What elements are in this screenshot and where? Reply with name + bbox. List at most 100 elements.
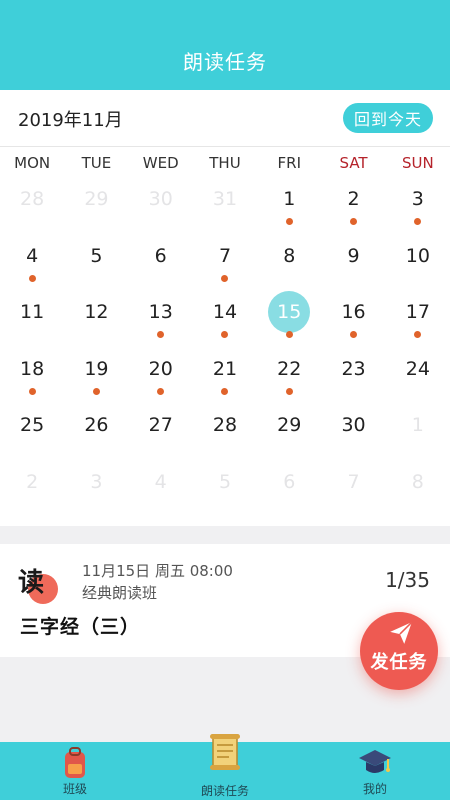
day-number: 30 [148, 188, 173, 210]
calendar-day[interactable]: 26 [64, 406, 128, 463]
calendar-day[interactable]: 14 [193, 293, 257, 350]
calendar-day[interactable]: 30 [321, 406, 385, 463]
calendar-grid: 28 29 30 31 1 2 3 4 5 6 7 8 9 10 11 12 13 14 15 16 17 18 19 20 2… [0, 180, 450, 520]
day-number: 21 [212, 357, 238, 380]
month-label: 2019年11月 [18, 110, 123, 131]
calendar-day[interactable]: 24 [386, 350, 450, 407]
day-number: 10 [405, 244, 430, 267]
calendar-day[interactable]: 6 [129, 237, 193, 294]
day-number: 30 [341, 414, 366, 436]
calendar-day[interactable]: 23 [321, 350, 385, 407]
calendar-day[interactable]: 20 [129, 350, 193, 407]
task-dot [350, 331, 358, 338]
task-dot [414, 331, 422, 338]
task-dot [285, 331, 293, 338]
task-dot [28, 387, 36, 395]
calendar-day: 5 [193, 463, 257, 520]
calendar-day: 30 [129, 180, 193, 237]
calendar-day: 29 [64, 180, 128, 237]
calendar-day[interactable]: 18 [0, 350, 64, 407]
calendar-day[interactable]: 17 [386, 293, 450, 350]
weekday-fri: FRI [277, 154, 301, 172]
calendar-week-row: 18 19 20 21 22 23 24 [0, 350, 450, 407]
calendar-day[interactable]: 11 [0, 293, 64, 350]
task-class-name: 经典朗读班 [82, 584, 158, 602]
task-count: 1/35 [385, 568, 430, 592]
calendar-day: 4 [129, 463, 193, 520]
calendar-day[interactable]: 13 [129, 293, 193, 350]
day-number: 23 [341, 357, 366, 380]
calendar-day[interactable]: 9 [321, 237, 385, 294]
weekday-wed: WED [142, 154, 179, 172]
calendar-week-row: 4 5 6 7 8 9 10 [0, 237, 450, 294]
weekday-thu: THU [209, 154, 241, 172]
day-number: 8 [283, 244, 296, 267]
calendar-week-row: 11 12 13 14 15 16 17 [0, 291, 450, 350]
day-number: 17 [405, 301, 430, 323]
graduation-cap-icon [359, 750, 391, 773]
calendar-day-today[interactable]: 15 [257, 291, 321, 350]
day-number: 20 [148, 357, 173, 380]
weekday-mon: MON [14, 154, 51, 172]
day-number: 28 [20, 188, 45, 210]
calendar-day[interactable]: 21 [193, 350, 257, 407]
day-number: 16 [341, 301, 366, 323]
calendar-day[interactable]: 16 [321, 293, 385, 350]
bottom-tab-bar: 班级 朗读任务 我的 [0, 734, 450, 800]
day-number: 5 [218, 470, 232, 493]
day-number: 25 [20, 414, 45, 436]
scroll-icon [210, 734, 240, 770]
tab-class[interactable]: 班级 [0, 742, 150, 800]
day-number: 7 [218, 244, 232, 267]
badge-char: 读 [18, 568, 45, 598]
month-bar: 2019年11月 回到今天 [0, 90, 450, 147]
calendar-day[interactable]: 2 [321, 180, 385, 237]
calendar-day[interactable]: 8 [257, 237, 321, 294]
publish-task-label: 发任务 [370, 652, 428, 673]
day-number: 29 [84, 188, 109, 210]
task-datetime: 11月15日 周五 08:00 [82, 562, 233, 580]
task-dot [221, 387, 229, 395]
page-title: 朗读任务 [183, 50, 267, 74]
day-number: 4 [154, 470, 167, 493]
task-dot [414, 218, 422, 225]
app-header: 朗读任务 [0, 0, 450, 90]
calendar-day[interactable]: 12 [64, 293, 128, 350]
calendar-day[interactable]: 27 [129, 406, 193, 463]
calendar-day[interactable]: 29 [257, 406, 321, 463]
calendar-day[interactable]: 7 [193, 237, 257, 294]
calendar-day[interactable]: 10 [386, 237, 450, 294]
day-number: 1 [283, 188, 296, 210]
calendar-day[interactable]: 3 [386, 180, 450, 237]
day-number: 2 [26, 470, 39, 493]
task-dot [157, 331, 165, 338]
task-dot [350, 218, 358, 225]
calendar-day[interactable]: 22 [257, 350, 321, 407]
calendar-day[interactable]: 4 [0, 237, 64, 294]
day-number: 7 [347, 470, 360, 493]
back-to-today-button[interactable]: 回到今天 [343, 103, 433, 133]
tab-mine[interactable]: 我的 [300, 742, 450, 800]
calendar-day[interactable]: 1 [257, 180, 321, 237]
calendar-day[interactable]: 5 [64, 237, 128, 294]
weekday-header: MON TUE WED THU FRI SAT SUN [0, 146, 450, 180]
calendar-day: 28 [0, 180, 64, 237]
task-dot [157, 387, 165, 395]
tab-reading-tasks-label: 朗读任务 [200, 784, 249, 798]
day-number: 24 [405, 357, 430, 380]
calendar-day[interactable]: 28 [193, 406, 257, 463]
calendar-week-row: 28 29 30 31 1 2 3 [0, 180, 450, 237]
tab-reading-tasks[interactable]: 朗读任务 [150, 734, 300, 800]
task-dot [285, 218, 293, 225]
calendar-day: 7 [321, 463, 385, 520]
publish-task-button[interactable]: 发任务 [360, 612, 438, 690]
calendar-day[interactable]: 25 [0, 406, 64, 463]
day-number: 12 [84, 301, 109, 323]
calendar-day[interactable]: 19 [64, 350, 128, 407]
task-lesson: 三字经（三） [20, 616, 141, 638]
calendar-day: 3 [64, 463, 128, 520]
task-dot [28, 274, 36, 282]
weekday-sun: SUN [401, 154, 434, 172]
calendar-day: 1 [386, 406, 450, 463]
read-badge: 读 [18, 562, 60, 604]
